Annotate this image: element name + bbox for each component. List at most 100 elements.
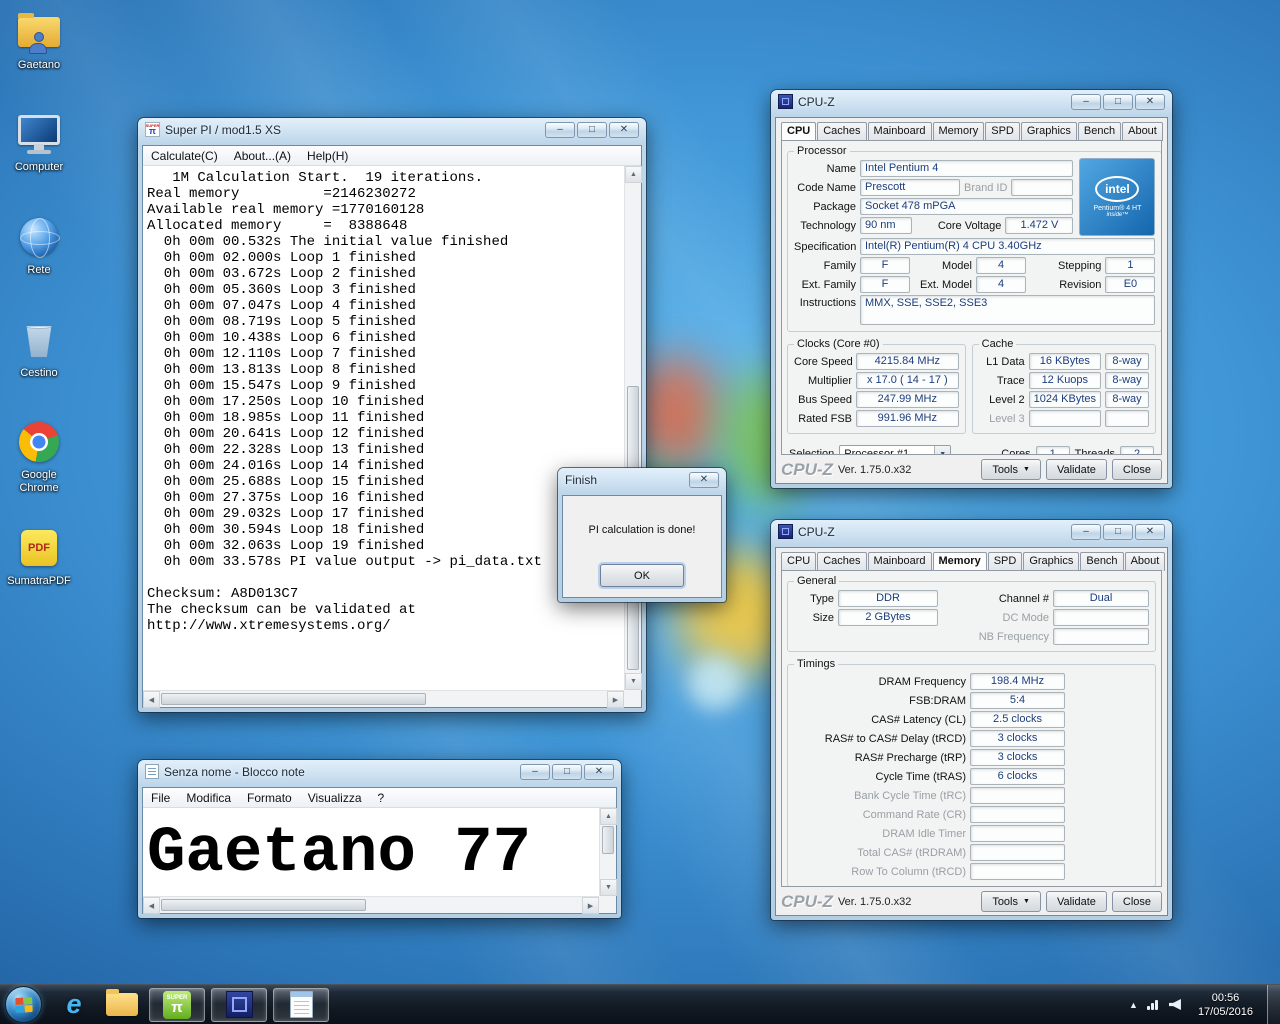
desktop-icon-sumatrapdf[interactable]: PDF SumatraPDF: [2, 524, 76, 620]
horizontal-scrollbar[interactable]: ◀ ▶: [143, 896, 599, 913]
scroll-down-icon[interactable]: ▼: [625, 673, 642, 690]
close-button[interactable]: ✕: [584, 764, 614, 780]
tab-bench[interactable]: Bench: [1078, 122, 1121, 141]
scroll-thumb[interactable]: [602, 826, 614, 854]
tab-spd[interactable]: SPD: [988, 552, 1023, 571]
validate-button[interactable]: Validate: [1046, 891, 1107, 912]
scroll-thumb[interactable]: [161, 899, 366, 911]
horizontal-scrollbar[interactable]: ◀ ▶: [143, 690, 624, 707]
tools-button[interactable]: Tools ▼: [981, 459, 1041, 480]
hidden-icons-chevron-icon[interactable]: ▲: [1129, 1000, 1138, 1010]
tab-bench[interactable]: Bench: [1080, 552, 1123, 571]
tab-graphics[interactable]: Graphics: [1023, 552, 1079, 571]
start-button[interactable]: [5, 986, 42, 1023]
close-button[interactable]: ✕: [1135, 524, 1165, 540]
taskbar-explorer-button[interactable]: [100, 987, 144, 1023]
scroll-up-icon[interactable]: ▲: [600, 808, 617, 825]
scroll-left-icon[interactable]: ◀: [143, 897, 160, 914]
tab-cpu[interactable]: CPU: [781, 552, 816, 571]
menu-formato[interactable]: Formato: [239, 789, 300, 807]
tab-caches[interactable]: Caches: [817, 552, 866, 571]
network-globe-icon: [15, 213, 63, 261]
tools-button[interactable]: Tools ▼: [981, 891, 1041, 912]
ok-button[interactable]: OK: [600, 564, 684, 587]
notepad-titlebar[interactable]: Senza nome - Blocco note – □ ✕: [142, 760, 617, 783]
menu-help[interactable]: ?: [370, 789, 393, 807]
show-desktop-button[interactable]: [1267, 985, 1280, 1024]
minimize-button[interactable]: –: [545, 122, 575, 138]
desktop-icon-gaetano[interactable]: Gaetano: [2, 8, 76, 104]
taskbar-ie-button[interactable]: e: [52, 987, 96, 1023]
chevron-down-icon[interactable]: ▼: [934, 446, 950, 455]
minimize-button[interactable]: –: [520, 764, 550, 780]
scroll-thumb[interactable]: [161, 693, 426, 705]
menu-file[interactable]: File: [143, 789, 178, 807]
rated-fsb-field: 991.96 MHz: [856, 410, 959, 427]
tab-memory[interactable]: Memory: [933, 122, 985, 141]
vertical-scrollbar[interactable]: ▲ ▼: [599, 808, 616, 896]
tab-cpu[interactable]: CPU: [781, 122, 816, 141]
menu-help[interactable]: Help(H): [299, 147, 356, 165]
trace-size-field: 12 Kuops: [1029, 372, 1101, 389]
vertical-scrollbar[interactable]: ▲ ▼: [624, 166, 641, 690]
internet-explorer-icon: e: [66, 991, 81, 1018]
maximize-button[interactable]: □: [1103, 524, 1133, 540]
scroll-down-icon[interactable]: ▼: [600, 879, 617, 896]
dc-mode-field: [1053, 609, 1149, 626]
chrome-icon: [15, 418, 63, 466]
taskbar-notepad-button[interactable]: [273, 988, 329, 1022]
scroll-left-icon[interactable]: ◀: [143, 691, 160, 708]
desktop-icon-chrome[interactable]: Google Chrome: [2, 418, 76, 514]
desktop-icon-label: Gaetano: [18, 59, 60, 72]
tab-about[interactable]: About: [1122, 122, 1163, 141]
superpi-titlebar[interactable]: SUPERπ Super PI / mod1.5 XS – □ ✕: [142, 118, 642, 141]
cpuz-titlebar[interactable]: CPU-Z – □ ✕: [775, 520, 1168, 543]
scroll-right-icon[interactable]: ▶: [607, 691, 624, 708]
close-button[interactable]: ✕: [689, 472, 719, 488]
tab-spd[interactable]: SPD: [985, 122, 1020, 141]
finish-title: Finish: [565, 473, 597, 487]
dram-frequency-field: 198.4 MHz: [970, 673, 1065, 690]
desktop-icon-cestino[interactable]: Cestino: [2, 316, 76, 412]
close-button[interactable]: Close: [1112, 459, 1162, 480]
menu-about[interactable]: About...(A): [226, 147, 299, 165]
tab-graphics[interactable]: Graphics: [1021, 122, 1077, 141]
taskbar-superpi-button[interactable]: SUPER π: [149, 988, 205, 1022]
tab-mainboard[interactable]: Mainboard: [868, 552, 932, 571]
network-icon[interactable]: [1147, 999, 1160, 1010]
cpuz-titlebar[interactable]: CPU-Z – □ ✕: [775, 90, 1168, 113]
taskbar-clock[interactable]: 00:56 17/05/2016: [1190, 991, 1261, 1019]
multiplier-field: x 17.0 ( 14 - 17 ): [856, 372, 959, 389]
close-button[interactable]: ✕: [1135, 94, 1165, 110]
tab-about[interactable]: About: [1125, 552, 1166, 571]
menu-modifica[interactable]: Modifica: [178, 789, 239, 807]
finish-titlebar[interactable]: Finish ✕: [562, 468, 722, 491]
minimize-button[interactable]: –: [1071, 94, 1101, 110]
cpu-tab-page: Processor Name Intel Pentium 4 Code Name…: [781, 140, 1162, 455]
tab-mainboard[interactable]: Mainboard: [868, 122, 932, 141]
maximize-button[interactable]: □: [577, 122, 607, 138]
scroll-up-icon[interactable]: ▲: [625, 166, 642, 183]
scroll-right-icon[interactable]: ▶: [582, 897, 599, 914]
menu-visualizza[interactable]: Visualizza: [300, 789, 370, 807]
cpuz-app-icon: [778, 94, 793, 109]
tab-caches[interactable]: Caches: [817, 122, 866, 141]
cpuz-tab-bar: CPU Caches Mainboard Memory SPD Graphics…: [781, 122, 1162, 141]
minimize-button[interactable]: –: [1071, 524, 1101, 540]
maximize-button[interactable]: □: [552, 764, 582, 780]
maximize-button[interactable]: □: [1103, 94, 1133, 110]
volume-icon[interactable]: [1169, 999, 1181, 1010]
taskbar-cpuz-button[interactable]: [211, 988, 267, 1022]
validate-button[interactable]: Validate: [1046, 459, 1107, 480]
tab-memory[interactable]: Memory: [933, 552, 987, 571]
desktop-icon-computer[interactable]: Computer: [2, 110, 76, 206]
cpuz-memory-window: CPU-Z – □ ✕ CPU Caches Mainboard Memory …: [771, 520, 1172, 920]
close-button[interactable]: Close: [1112, 891, 1162, 912]
menu-calculate[interactable]: Calculate(C): [143, 147, 226, 165]
threads-field: 2: [1120, 446, 1154, 456]
processor-selection-combo[interactable]: Processor #1 ▼: [839, 445, 951, 455]
desktop-icon-rete[interactable]: Rete: [2, 213, 76, 309]
close-button[interactable]: ✕: [609, 122, 639, 138]
desktop-icon-label: Rete: [27, 264, 50, 277]
notepad-text[interactable]: Gaetano 77: [147, 808, 596, 895]
